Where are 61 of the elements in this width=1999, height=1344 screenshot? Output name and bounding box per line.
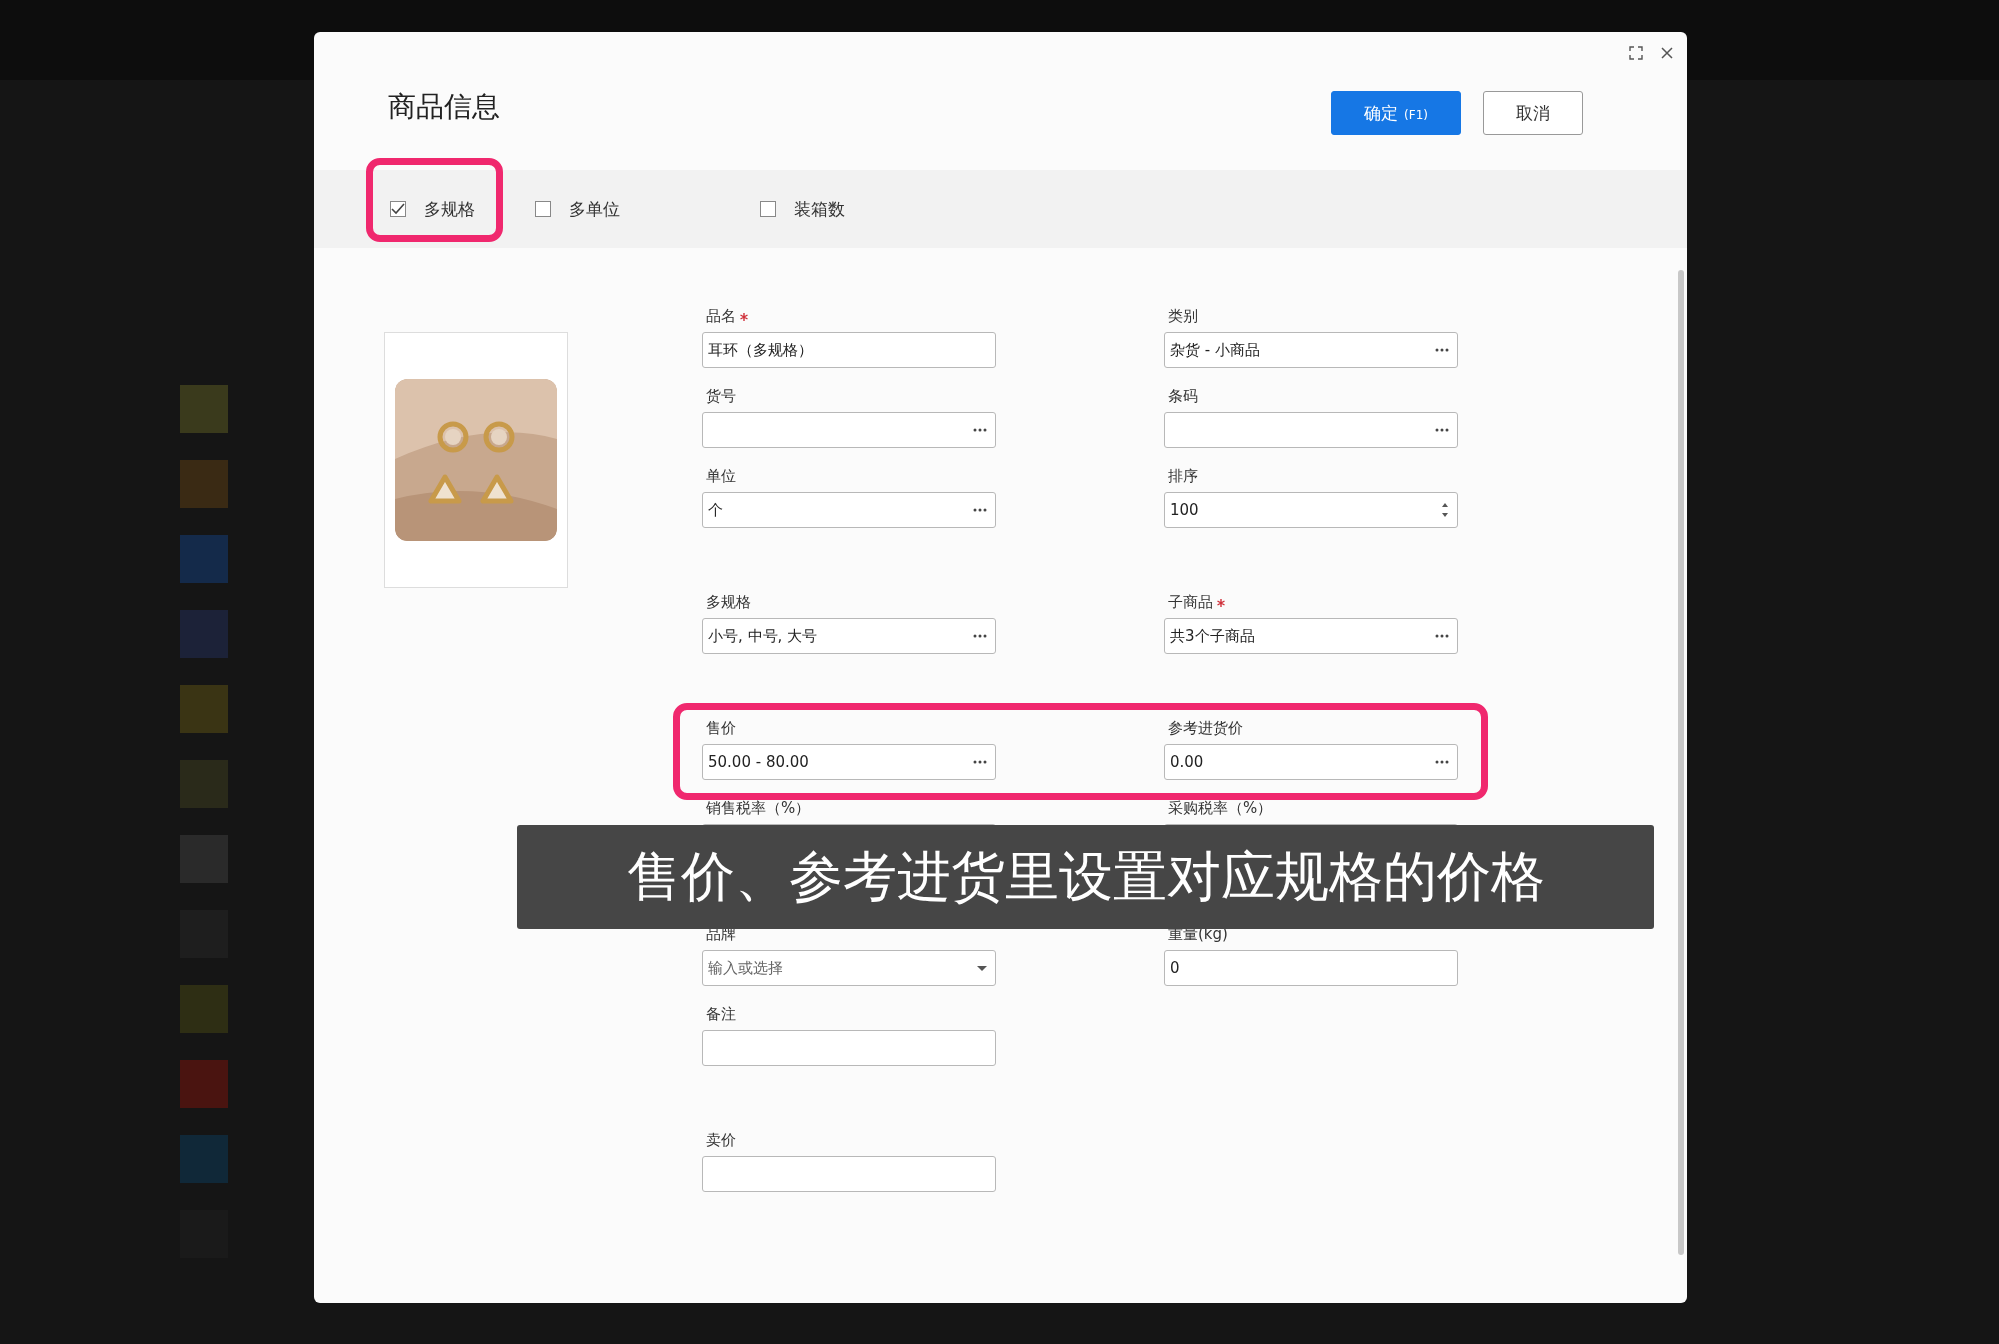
picker-field[interactable]: 0.00: [1164, 744, 1458, 780]
checkbox[interactable]: [390, 201, 406, 217]
field-value: 杂货 - 小商品: [1170, 340, 1260, 360]
field-label: 销售税率（%）: [706, 799, 811, 817]
field-label: 排序: [1168, 467, 1198, 485]
more-icon[interactable]: [1435, 634, 1449, 638]
dropdown-field[interactable]: 输入或选择: [702, 950, 996, 986]
field-label: 备注: [706, 1005, 736, 1023]
field-value: 耳环（多规格）: [708, 340, 813, 360]
caret-icon[interactable]: [977, 965, 987, 971]
field-label: 单位: [706, 467, 736, 485]
checkbox[interactable]: [535, 201, 551, 217]
checkbox-label[interactable]: 多规格: [424, 197, 475, 221]
field-label: 售价: [706, 719, 736, 737]
more-icon[interactable]: [973, 508, 987, 512]
more-icon[interactable]: [1435, 760, 1449, 764]
field-label: 卖价: [706, 1131, 736, 1149]
more-icon[interactable]: [973, 428, 987, 432]
field-label: 货号: [706, 387, 736, 405]
caption-toast: 售价、参考进货里设置对应规格的价格: [517, 825, 1654, 929]
input-field[interactable]: [702, 1156, 996, 1192]
field-label: 参考进货价: [1168, 719, 1243, 737]
input-field[interactable]: 0: [1164, 950, 1458, 986]
field-value: 0.00: [1170, 753, 1204, 771]
checkbox-label[interactable]: 多单位: [569, 197, 620, 221]
field-value: 个: [708, 500, 723, 520]
input-field[interactable]: 耳环（多规格）: [702, 332, 996, 368]
field-label: 多规格: [706, 593, 751, 611]
dialog-title: 商品信息: [388, 89, 500, 125]
picker-field[interactable]: 50.00 - 80.00: [702, 744, 996, 780]
field-value: 100: [1170, 501, 1199, 519]
field-value: 共3个子商品: [1170, 626, 1255, 646]
fullscreen-icon[interactable]: [1629, 46, 1643, 60]
placeholder-text: 输入或选择: [708, 958, 783, 978]
more-icon[interactable]: [1435, 428, 1449, 432]
close-icon[interactable]: [1661, 47, 1673, 59]
number-field[interactable]: 100: [1164, 492, 1458, 528]
picker-field[interactable]: 个: [702, 492, 996, 528]
scrollbar[interactable]: [1678, 270, 1684, 1255]
picker-field[interactable]: 杂货 - 小商品: [1164, 332, 1458, 368]
field-label: 子商品: [1168, 593, 1213, 611]
field-label: 类别: [1168, 307, 1198, 325]
picker-field[interactable]: 小号, 中号, 大号: [702, 618, 996, 654]
field-value: 小号, 中号, 大号: [708, 626, 818, 646]
field-label: 采购税率（%）: [1168, 799, 1273, 817]
picker-field[interactable]: 共3个子商品: [1164, 618, 1458, 654]
field-value: 0: [1170, 959, 1180, 977]
input-field[interactable]: [702, 1030, 996, 1066]
spinner-arrows-icon[interactable]: [1441, 502, 1449, 518]
picker-field[interactable]: [1164, 412, 1458, 448]
picker-field[interactable]: [702, 412, 996, 448]
more-icon[interactable]: [973, 760, 987, 764]
field-value: 50.00 - 80.00: [708, 753, 809, 771]
checkbox-label[interactable]: 装箱数: [794, 197, 845, 221]
checkbox[interactable]: [760, 201, 776, 217]
more-icon[interactable]: [973, 634, 987, 638]
confirm-button[interactable]: 确定 (F1): [1331, 91, 1461, 135]
field-label: 品名: [706, 307, 736, 325]
cancel-button[interactable]: 取消: [1483, 91, 1583, 135]
field-label: 条码: [1168, 387, 1198, 405]
more-icon[interactable]: [1435, 348, 1449, 352]
